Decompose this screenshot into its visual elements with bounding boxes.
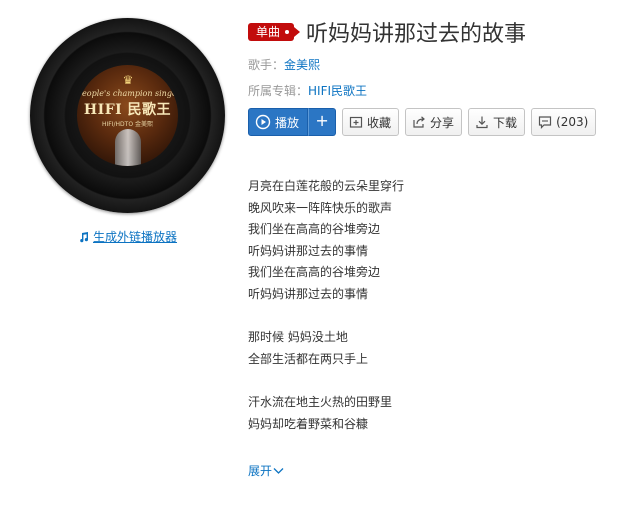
title-row: 单曲 听妈妈讲那过去的故事 bbox=[248, 18, 628, 47]
crown-icon: ♛ bbox=[122, 73, 134, 87]
chevron-down-icon bbox=[273, 467, 284, 474]
singer-link[interactable]: 金美熙 bbox=[284, 58, 320, 72]
expand-lyrics-link[interactable]: 展开 bbox=[248, 462, 284, 479]
music-note-icon bbox=[80, 231, 89, 242]
comment-icon bbox=[538, 116, 552, 129]
lyric-line: 我们坐在高高的谷堆旁边 bbox=[248, 265, 381, 280]
cover-subtitle: People's champion singer bbox=[77, 89, 178, 98]
generate-external-player-link[interactable]: 生成外链播放器 bbox=[78, 228, 177, 245]
play-button[interactable]: 播放 bbox=[248, 108, 309, 136]
lyrics-block: 月亮在白莲花般的云朵里穿行 晚风吹来一阵阵快乐的歌声 我们坐在高高的谷堆旁边 听… bbox=[248, 176, 404, 435]
download-label: 下载 bbox=[493, 115, 518, 130]
play-label: 播放 bbox=[275, 115, 300, 130]
external-player-label: 生成外链播放器 bbox=[93, 230, 178, 244]
disc-label: ♛ People's champion singer HIFI 民歌王 HIFI… bbox=[77, 65, 178, 166]
share-icon bbox=[413, 116, 425, 128]
download-icon bbox=[476, 116, 488, 129]
song-info-panel: 单曲 听妈妈讲那过去的故事 歌手：金美熙 所属专辑：HIFI民歌王 播放 + 收… bbox=[248, 18, 628, 136]
lyric-line: 那时候 妈妈没土地 bbox=[248, 330, 348, 345]
lyric-line: 全部生活都在两只手上 bbox=[248, 351, 369, 366]
comments-button[interactable]: (203) bbox=[531, 108, 597, 136]
album-cover: ♛ People's champion singer HIFI 民歌王 HIFI… bbox=[30, 18, 225, 213]
vinyl-disc: ♛ People's champion singer HIFI 民歌王 HIFI… bbox=[30, 18, 225, 213]
album-row: 所属专辑：HIFI民歌王 bbox=[248, 83, 628, 99]
collect-label: 收藏 bbox=[367, 115, 392, 130]
album-label: 所属专辑： bbox=[248, 84, 309, 98]
play-circle-icon bbox=[255, 114, 271, 130]
song-title: 听妈妈讲那过去的故事 bbox=[306, 22, 527, 47]
microphone-image bbox=[115, 129, 141, 166]
collect-folder-icon bbox=[349, 116, 363, 128]
action-bar: 播放 + 收藏 分享 下载 (203) bbox=[248, 108, 628, 136]
lyric-line: 我们坐在高高的谷堆旁边 bbox=[248, 222, 381, 237]
singer-row: 歌手：金美熙 bbox=[248, 57, 628, 73]
badge-label: 单曲 bbox=[256, 25, 281, 39]
share-button[interactable]: 分享 bbox=[405, 108, 463, 136]
comments-count: (203) bbox=[556, 115, 589, 129]
add-to-playlist-button[interactable]: + bbox=[308, 108, 337, 136]
album-link[interactable]: HIFI民歌王 bbox=[308, 84, 367, 98]
lyric-line: 妈妈却吃着野菜和谷糠 bbox=[248, 416, 369, 431]
download-button[interactable]: 下载 bbox=[468, 108, 526, 136]
share-label: 分享 bbox=[430, 115, 455, 130]
lyric-line: 汗水流在地主火热的田野里 bbox=[248, 394, 393, 409]
singer-label: 歌手： bbox=[248, 58, 285, 72]
single-badge: 单曲 bbox=[248, 23, 301, 41]
lyric-line: 听妈妈讲那过去的事情 bbox=[248, 243, 369, 258]
cover-artist: HIFI/HDTO 金美熙 bbox=[102, 121, 153, 128]
cover-title: HIFI 民歌王 bbox=[83, 102, 172, 118]
lyric-line: 晚风吹来一阵阵快乐的歌声 bbox=[248, 200, 393, 215]
expand-label: 展开 bbox=[248, 464, 273, 478]
collect-button[interactable]: 收藏 bbox=[342, 108, 400, 136]
lyric-line: 听妈妈讲那过去的事情 bbox=[248, 286, 369, 301]
lyric-line: 月亮在白莲花般的云朵里穿行 bbox=[248, 179, 405, 193]
